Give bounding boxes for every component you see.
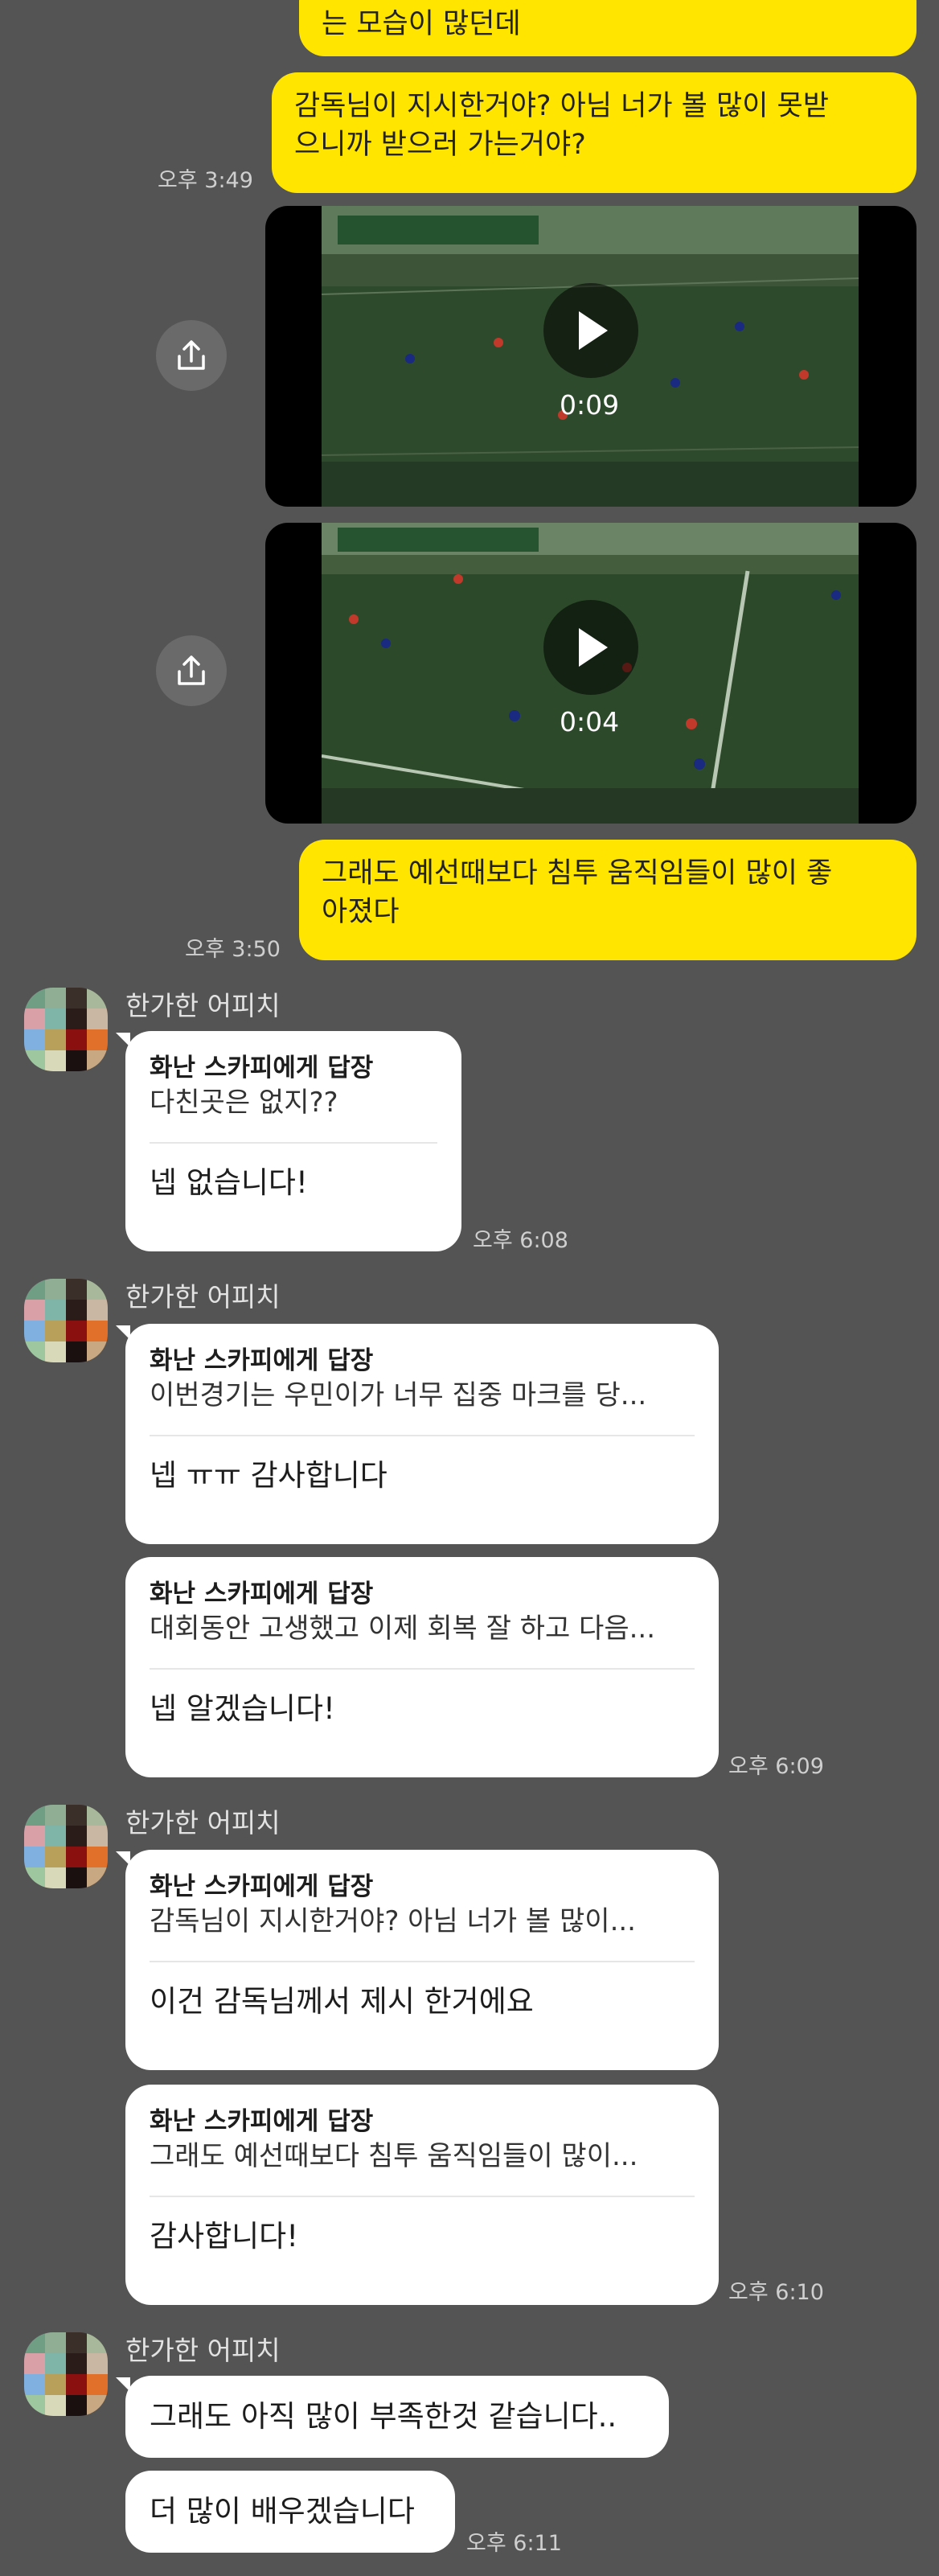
- share-icon: [178, 340, 205, 370]
- video-message[interactable]: 0:09: [265, 206, 916, 507]
- share-button[interactable]: [156, 320, 227, 391]
- video-duration: 0:04: [560, 706, 620, 737]
- message-bubble[interactable]: 그래도 아직 많이 부족한것 같습니다..: [125, 2376, 669, 2458]
- message-time: 오후 6:09: [728, 1754, 824, 1779]
- reply-header: 화난 스카피에게 답장: [150, 1872, 374, 1901]
- reply-quote: 감독님이 지시한거야? 아님 너가 볼 많이...: [150, 1905, 636, 1937]
- reply-header: 화난 스카피에게 답장: [150, 2107, 374, 2136]
- reply-quote: 다친곳은 없지??: [150, 1087, 338, 1119]
- message-time: 오후 3:49: [158, 168, 253, 193]
- reply-bubble[interactable]: 화난 스카피에게 답장 그래도 예선때보다 침투 움직임들이 많이... 감사합…: [125, 2085, 719, 2305]
- message-time: 오후 6:10: [728, 2280, 824, 2305]
- reply-quote: 그래도 예선때보다 침투 움직임들이 많이...: [150, 2140, 638, 2172]
- sender-name: 한가한 어피치: [125, 1807, 281, 1839]
- video-message[interactable]: 0:04: [265, 523, 916, 824]
- message-bubble[interactable]: 더 많이 배우겠습니다: [125, 2471, 455, 2553]
- reply-text: 넵 없습니다!: [150, 1165, 308, 1200]
- avatar[interactable]: [24, 1805, 108, 1888]
- my-message-partial[interactable]: 는 모습이 많던데: [299, 0, 916, 56]
- reply-header: 화난 스카피에게 답장: [150, 1580, 374, 1608]
- divider: [150, 2196, 695, 2197]
- divider: [150, 1961, 695, 1962]
- my-message-question[interactable]: 감독님이 지시한거야? 아님 너가 볼 많이 못받 으니까 받으러 가는거야?: [272, 72, 916, 193]
- reply-bubble[interactable]: 화난 스카피에게 답장 다친곳은 없지?? 넵 없습니다!: [125, 1031, 461, 1251]
- reply-bubble[interactable]: 화난 스카피에게 답장 감독님이 지시한거야? 아님 너가 볼 많이... 이건…: [125, 1850, 719, 2070]
- message-time: 오후 6:11: [466, 2531, 562, 2556]
- reply-text: 이건 감독님께서 제시 한거에요: [150, 1984, 534, 2019]
- message-time: 오후 6:08: [473, 1228, 568, 1253]
- reply-header: 화난 스카피에게 답장: [150, 1054, 374, 1083]
- share-button[interactable]: [156, 635, 227, 706]
- share-icon: [178, 655, 205, 685]
- sender-name: 한가한 어피치: [125, 2335, 281, 2366]
- reply-text: 감사합니다!: [150, 2219, 299, 2253]
- reply-bubble[interactable]: 화난 스카피에게 답장 대회동안 고생했고 이제 회복 잘 하고 다음... 넵…: [125, 1557, 719, 1777]
- avatar[interactable]: [24, 1279, 108, 1362]
- play-button[interactable]: [543, 600, 638, 695]
- reply-header: 화난 스카피에게 답장: [150, 1346, 374, 1375]
- my-message-praise[interactable]: 그래도 예선때보다 침투 움직임들이 많이 좋 아졌다: [299, 840, 916, 960]
- avatar[interactable]: [24, 2332, 108, 2416]
- play-icon: [579, 311, 608, 350]
- play-icon: [579, 628, 608, 667]
- divider: [150, 1142, 437, 1144]
- sender-name: 한가한 어피치: [125, 1281, 281, 1313]
- divider: [150, 1435, 695, 1436]
- reply-bubble[interactable]: 화난 스카피에게 답장 이번경기는 우민이가 너무 집중 마크를 당... 넵 …: [125, 1324, 719, 1544]
- sender-name: 한가한 어피치: [125, 990, 281, 1021]
- reply-quote: 이번경기는 우민이가 너무 집중 마크를 당...: [150, 1379, 647, 1411]
- avatar[interactable]: [24, 988, 108, 1071]
- play-button[interactable]: [543, 283, 638, 378]
- reply-quote: 대회동안 고생했고 이제 회복 잘 하고 다음...: [150, 1613, 656, 1645]
- divider: [150, 1668, 695, 1670]
- reply-text: 넵 ㅠㅠ 감사합니다: [150, 1458, 387, 1493]
- message-time: 오후 3:50: [185, 937, 281, 962]
- reply-text: 넵 알겠습니다!: [150, 1691, 335, 1726]
- video-duration: 0:09: [560, 389, 620, 421]
